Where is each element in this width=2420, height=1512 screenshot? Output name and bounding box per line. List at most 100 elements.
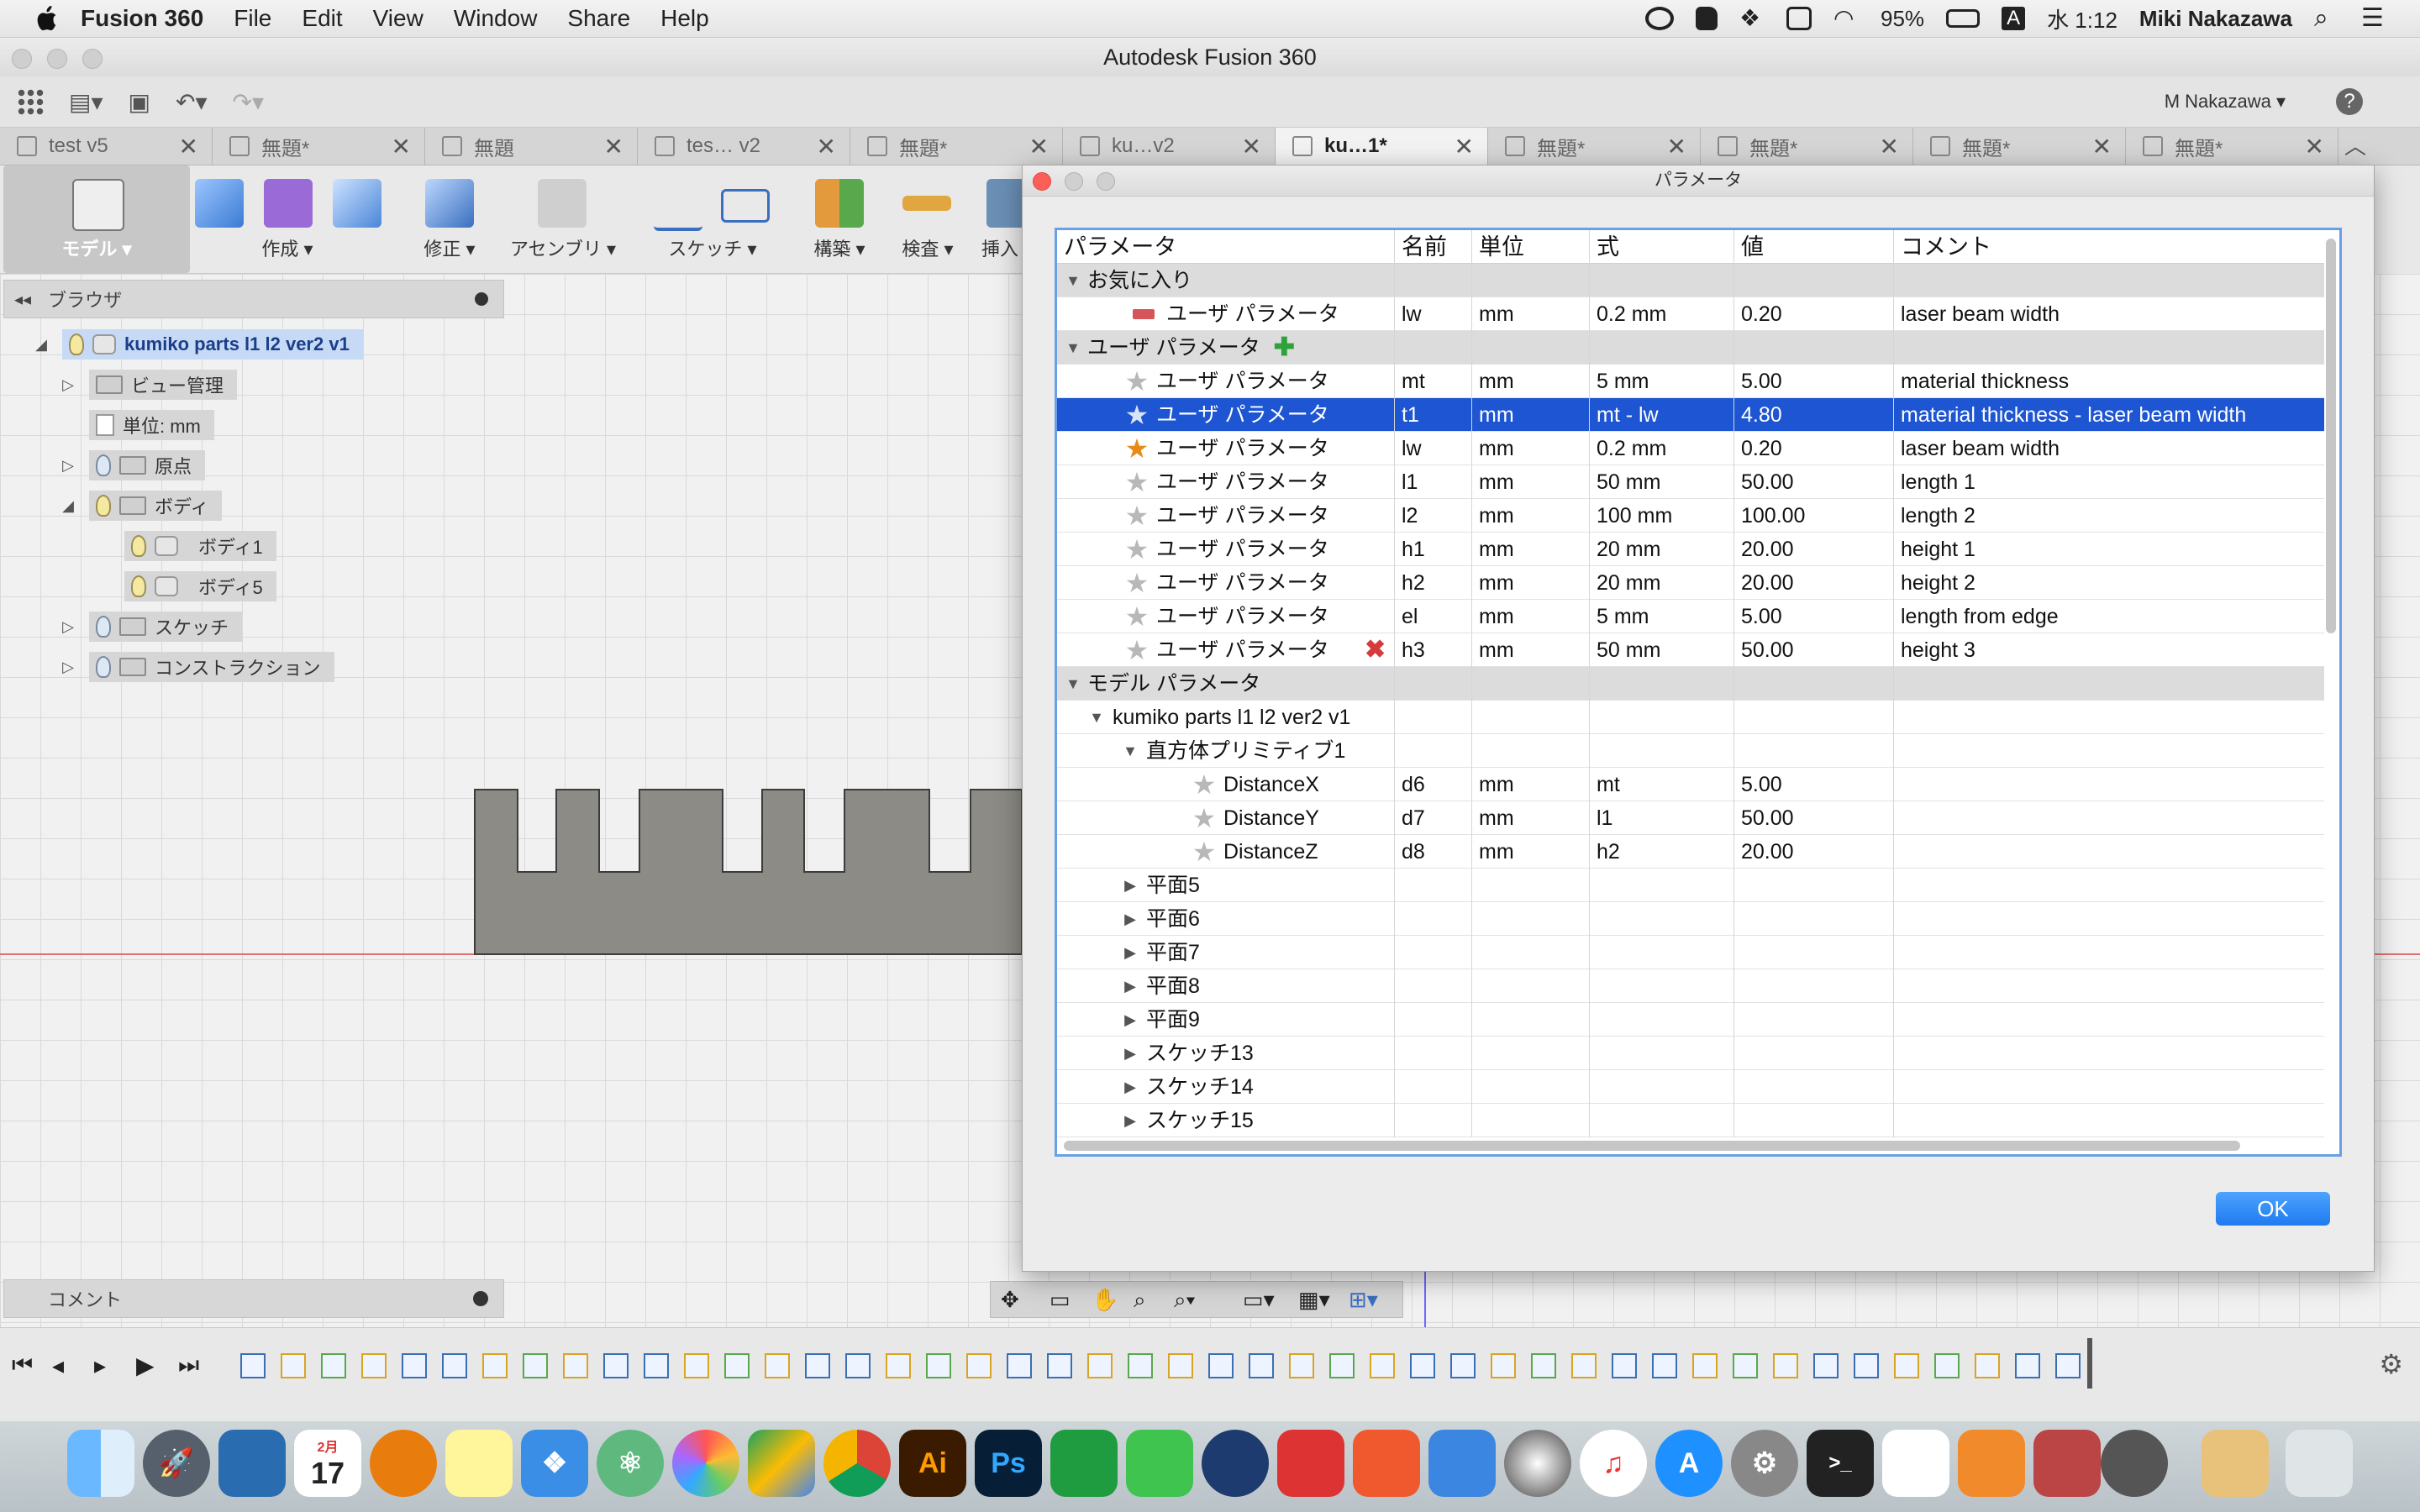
browser-root-item[interactable]: ◢ kumiko parts l1 l2 ver2 v1	[32, 328, 363, 361]
visibility-bulb-icon[interactable]	[69, 333, 84, 355]
model-tree-item[interactable]: ▶ 平面9	[1057, 1003, 2324, 1037]
creative-cloud-icon[interactable]	[1645, 7, 1675, 30]
assemble-group[interactable]: アセンブリ ▾	[504, 165, 622, 273]
modify-group[interactable]: 修正 ▾	[415, 165, 484, 273]
quicksilver-icon[interactable]	[1504, 1430, 1571, 1497]
timeline-feature-icon[interactable]	[966, 1353, 992, 1378]
timeline-feature-icon[interactable]	[1249, 1353, 1274, 1378]
menu-help[interactable]: Help	[660, 5, 709, 32]
timeline-feature-icon[interactable]	[1289, 1353, 1314, 1378]
photo-app-icon[interactable]	[2101, 1430, 2168, 1497]
facetime-icon[interactable]	[1126, 1430, 1193, 1497]
timeline-feature-icon[interactable]	[1934, 1353, 1960, 1378]
timeline-feature-icon[interactable]	[886, 1353, 911, 1378]
calendar-icon[interactable]: 2月 17	[294, 1430, 361, 1497]
doc-tab-active[interactable]: ku…1* ✕	[1276, 128, 1488, 165]
model-param-row[interactable]: ★ DistanceY d7 mm l1 50.00	[1057, 801, 2324, 835]
launchpad-icon[interactable]: 🚀	[143, 1430, 210, 1497]
drive-icon[interactable]	[748, 1430, 815, 1497]
timeline-feature-icon[interactable]	[1491, 1353, 1516, 1378]
timeline-feature-icon[interactable]	[442, 1353, 467, 1378]
model-tree-item[interactable]: ▶ スケッチ13	[1057, 1037, 2324, 1070]
timeline-feature-icon[interactable]	[523, 1353, 548, 1378]
timeline-feature-icon[interactable]	[603, 1353, 629, 1378]
step-forward-icon[interactable]: ▶	[136, 1352, 155, 1379]
timeline-feature-icon[interactable]	[281, 1353, 306, 1378]
timeline-feature-icon[interactable]	[1370, 1353, 1395, 1378]
go-to-end-icon[interactable]: ⏭	[178, 1352, 199, 1379]
pan-icon[interactable]: ✋	[1092, 1287, 1118, 1313]
browser-item-bodies[interactable]: ◢ ボディ	[59, 489, 223, 522]
timeline-marker[interactable]	[2087, 1338, 2092, 1389]
input-mode-indicator[interactable]: A	[2002, 7, 2026, 30]
collapse-arrow-icon[interactable]: ▼	[1121, 734, 1139, 768]
photoshop-icon[interactable]: Ps	[975, 1430, 1042, 1497]
search-icon[interactable]: ⌕	[2314, 6, 2339, 31]
timeline-feature-icon[interactable]	[845, 1353, 871, 1378]
timeline-feature-icon[interactable]	[724, 1353, 750, 1378]
menu-edit[interactable]: Edit	[302, 5, 342, 32]
favorite-star-icon[interactable]: ★	[1124, 402, 1150, 428]
favorite-star-icon[interactable]: ★	[1124, 536, 1150, 563]
data-panel-grid-icon[interactable]	[17, 88, 44, 115]
browser-item-sketches[interactable]: ▷ スケッチ	[59, 610, 243, 643]
column-header-parameter[interactable]: パラメータ	[1057, 230, 1395, 264]
favorite-star-icon[interactable]: ★	[1124, 570, 1150, 596]
expand-arrow-icon[interactable]: ▶	[1121, 1003, 1139, 1037]
finder-icon[interactable]	[67, 1430, 134, 1497]
favorite-star-icon[interactable]: ★	[1192, 771, 1217, 798]
timeline-feature-icon[interactable]	[765, 1353, 790, 1378]
timeline-feature-icon[interactable]	[1652, 1353, 1677, 1378]
collapse-arrow-icon[interactable]: ◢	[32, 336, 50, 354]
column-header-value[interactable]: 値	[1734, 230, 1894, 264]
close-tab-icon[interactable]: ✕	[179, 133, 198, 160]
user-account-menu[interactable]: M Nakazawa ▾	[2165, 91, 2286, 113]
timeline-feature-icon[interactable]	[2015, 1353, 2040, 1378]
zoom-window-button[interactable]	[82, 49, 103, 69]
timeline-feature-icon[interactable]	[240, 1353, 266, 1378]
close-tab-icon[interactable]: ✕	[1455, 133, 1474, 160]
app-icon-2[interactable]	[2033, 1430, 2101, 1497]
workspace-switcher[interactable]: モデル ▾	[3, 165, 190, 273]
sketch-group[interactable]: スケッチ ▾	[644, 165, 781, 273]
collapse-browser-icon[interactable]: ◂◂	[14, 289, 31, 310]
kumiko-part-body[interactable]	[474, 789, 1023, 955]
add-comment-icon[interactable]	[473, 1291, 488, 1306]
section-favorites[interactable]: ▼ お気に入り	[1057, 264, 2324, 297]
user-param-row[interactable]: ★ ユーザ パラメータ el mm 5 mm 5.00 length from e…	[1057, 600, 2324, 633]
doc-tab[interactable]: 無題* ✕	[2126, 128, 2338, 165]
doc-tab[interactable]: 無題* ✕	[850, 128, 1063, 165]
atom-icon[interactable]: ⚛	[597, 1430, 664, 1497]
doc-tab[interactable]: 無題* ✕	[213, 128, 425, 165]
doc-tab[interactable]: 無題* ✕	[1913, 128, 2126, 165]
step-back-icon[interactable]: ◂	[52, 1352, 64, 1379]
expand-arrow-icon[interactable]: ▶	[1121, 1104, 1139, 1137]
browser-item-construction[interactable]: ▷ コンストラクション	[59, 650, 334, 684]
user-param-row[interactable]: ★ ユーザ パラメータ lw mm 0.2 mm 0.20 laser beam …	[1057, 432, 2324, 465]
timeline-feature-icon[interactable]	[2055, 1353, 2081, 1378]
doc-tab[interactable]: 無題 ✕	[425, 128, 638, 165]
list-icon[interactable]: ☰	[2361, 6, 2386, 31]
close-tab-icon[interactable]: ✕	[1242, 133, 1261, 160]
timeline-feature-icon[interactable]	[1208, 1353, 1234, 1378]
add-parameter-icon[interactable]: ✚	[1274, 331, 1295, 365]
timeline-feature-icon[interactable]	[1531, 1353, 1556, 1378]
create-group[interactable]: 作成 ▾	[187, 165, 388, 273]
visibility-bulb-icon[interactable]	[96, 495, 111, 517]
favorite-star-icon[interactable]: ★	[1124, 603, 1150, 630]
itunes-icon[interactable]: ♫	[1580, 1430, 1647, 1497]
model-tree-item[interactable]: ▶ 平面5	[1057, 869, 2324, 902]
section-model-parameters[interactable]: ▼ モデル パラメータ	[1057, 667, 2324, 701]
horizontal-scrollbar[interactable]	[1064, 1141, 2240, 1151]
expand-arrow-icon[interactable]: ▷	[59, 457, 77, 475]
timeline-feature-icon[interactable]	[1854, 1353, 1879, 1378]
launcher-icon[interactable]	[1882, 1430, 1949, 1497]
model-param-row[interactable]: ★ DistanceX d6 mm mt 5.00	[1057, 768, 2324, 801]
timeline-feature-icon[interactable]	[1410, 1353, 1435, 1378]
visibility-bulb-icon[interactable]	[131, 575, 146, 597]
menu-view[interactable]: View	[373, 5, 424, 32]
dropbox-icon[interactable]: ❖	[521, 1430, 588, 1497]
timeline-feature-icon[interactable]	[402, 1353, 427, 1378]
timeline-feature-icon[interactable]	[644, 1353, 669, 1378]
timeline-feature-icon[interactable]	[1007, 1353, 1032, 1378]
